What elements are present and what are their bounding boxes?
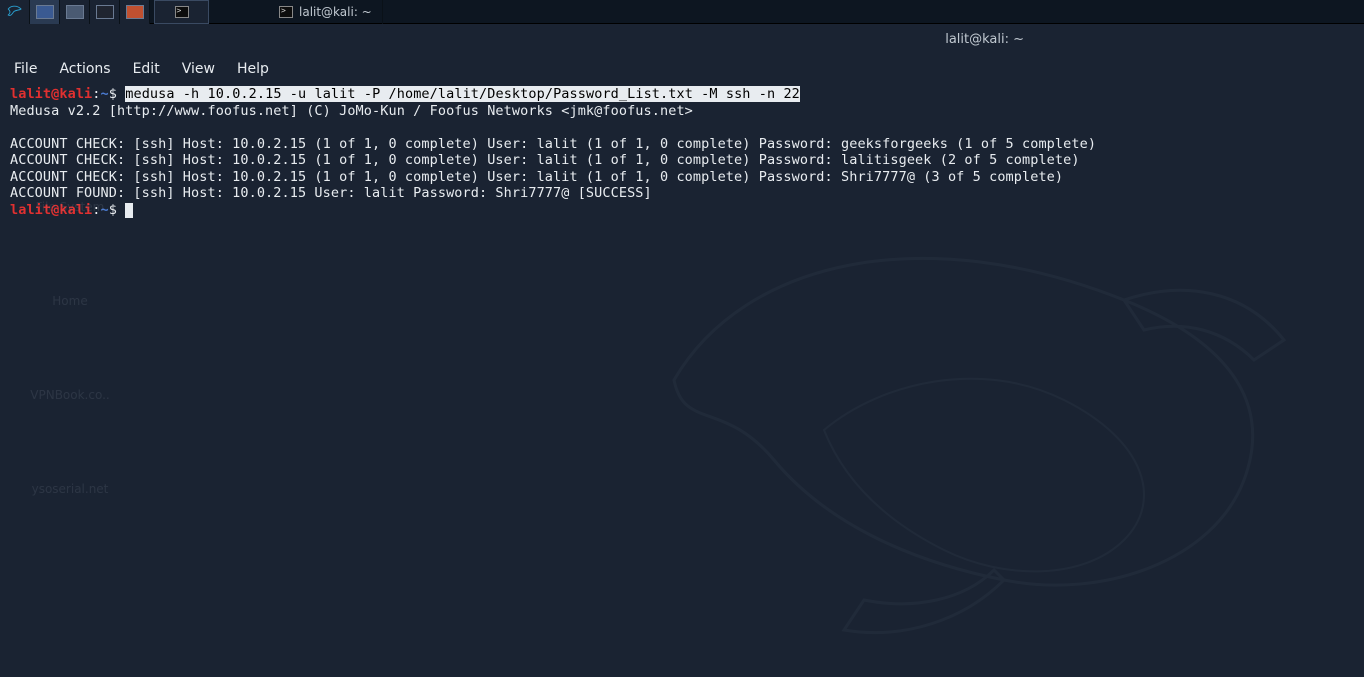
taskbar-active-window-title: lalit@kali: ~	[299, 5, 372, 19]
prompt-host: kali	[59, 86, 92, 102]
taskbar: lalit@kali: ~	[0, 0, 1364, 24]
taskbar-active-window[interactable]: lalit@kali: ~	[269, 0, 383, 24]
output-line: ACCOUNT CHECK: [ssh] Host: 10.0.2.15 (1 …	[10, 136, 1096, 152]
menu-help[interactable]: Help	[237, 61, 269, 77]
kali-dragon-icon	[6, 3, 24, 21]
workspace-4[interactable]	[120, 0, 150, 24]
terminal-icon	[279, 6, 293, 18]
prompt-path: ~	[101, 86, 109, 102]
prompt-user: lalit	[10, 86, 51, 102]
workspace-2[interactable]	[60, 0, 90, 24]
kali-menu-button[interactable]	[0, 0, 30, 24]
command-text: medusa -h 10.0.2.15 -u lalit -P /home/la…	[125, 86, 800, 102]
prompt-colon: :	[92, 86, 100, 102]
terminal-icon	[175, 6, 189, 18]
menu-edit[interactable]: Edit	[133, 61, 160, 77]
window-title-bar[interactable]: lalit@kali: ~	[0, 24, 1364, 54]
workspace-3[interactable]	[90, 0, 120, 24]
cursor	[125, 203, 133, 218]
menu-view[interactable]: View	[182, 61, 215, 77]
terminal-menubar: File Actions Edit View Help	[0, 54, 1364, 84]
prompt-path: ~	[101, 202, 109, 218]
terminal-output[interactable]: lalit@kali:~$ medusa -h 10.0.2.15 -u lal…	[0, 84, 1364, 228]
desktop-icon-home: Home	[20, 294, 120, 308]
output-line: ACCOUNT CHECK: [ssh] Host: 10.0.2.15 (1 …	[10, 152, 1080, 168]
prompt-host: kali	[59, 202, 92, 218]
output-line: ACCOUNT FOUND: [ssh] Host: 10.0.2.15 Use…	[10, 185, 652, 201]
desktop-icon-label: ysoserial.net	[32, 482, 109, 496]
prompt-colon: :	[92, 202, 100, 218]
kali-dragon-wallpaper	[624, 180, 1324, 660]
menu-file[interactable]: File	[14, 61, 37, 77]
desktop-icon-vpnbook: VPNBook.co..	[20, 388, 120, 402]
prompt-dollar: $	[109, 202, 117, 218]
output-banner: Medusa v2.2 [http://www.foofus.net] (C) …	[10, 103, 693, 119]
menu-actions[interactable]: Actions	[59, 61, 110, 77]
prompt-user: lalit	[10, 202, 51, 218]
desktop-icons: File System Home VPNBook.co.. ysoserial.…	[20, 200, 120, 496]
desktop-icon-ysoserial: ysoserial.net	[20, 482, 120, 496]
desktop-icon-label: Home	[52, 294, 87, 308]
taskbar-terminal-shortcut[interactable]	[154, 0, 209, 24]
prompt-dollar: $	[109, 86, 117, 102]
workspace-1[interactable]	[30, 0, 60, 24]
window-title: lalit@kali: ~	[945, 32, 1024, 47]
output-line: ACCOUNT CHECK: [ssh] Host: 10.0.2.15 (1 …	[10, 169, 1063, 185]
desktop-icon-label: VPNBook.co..	[30, 388, 109, 402]
